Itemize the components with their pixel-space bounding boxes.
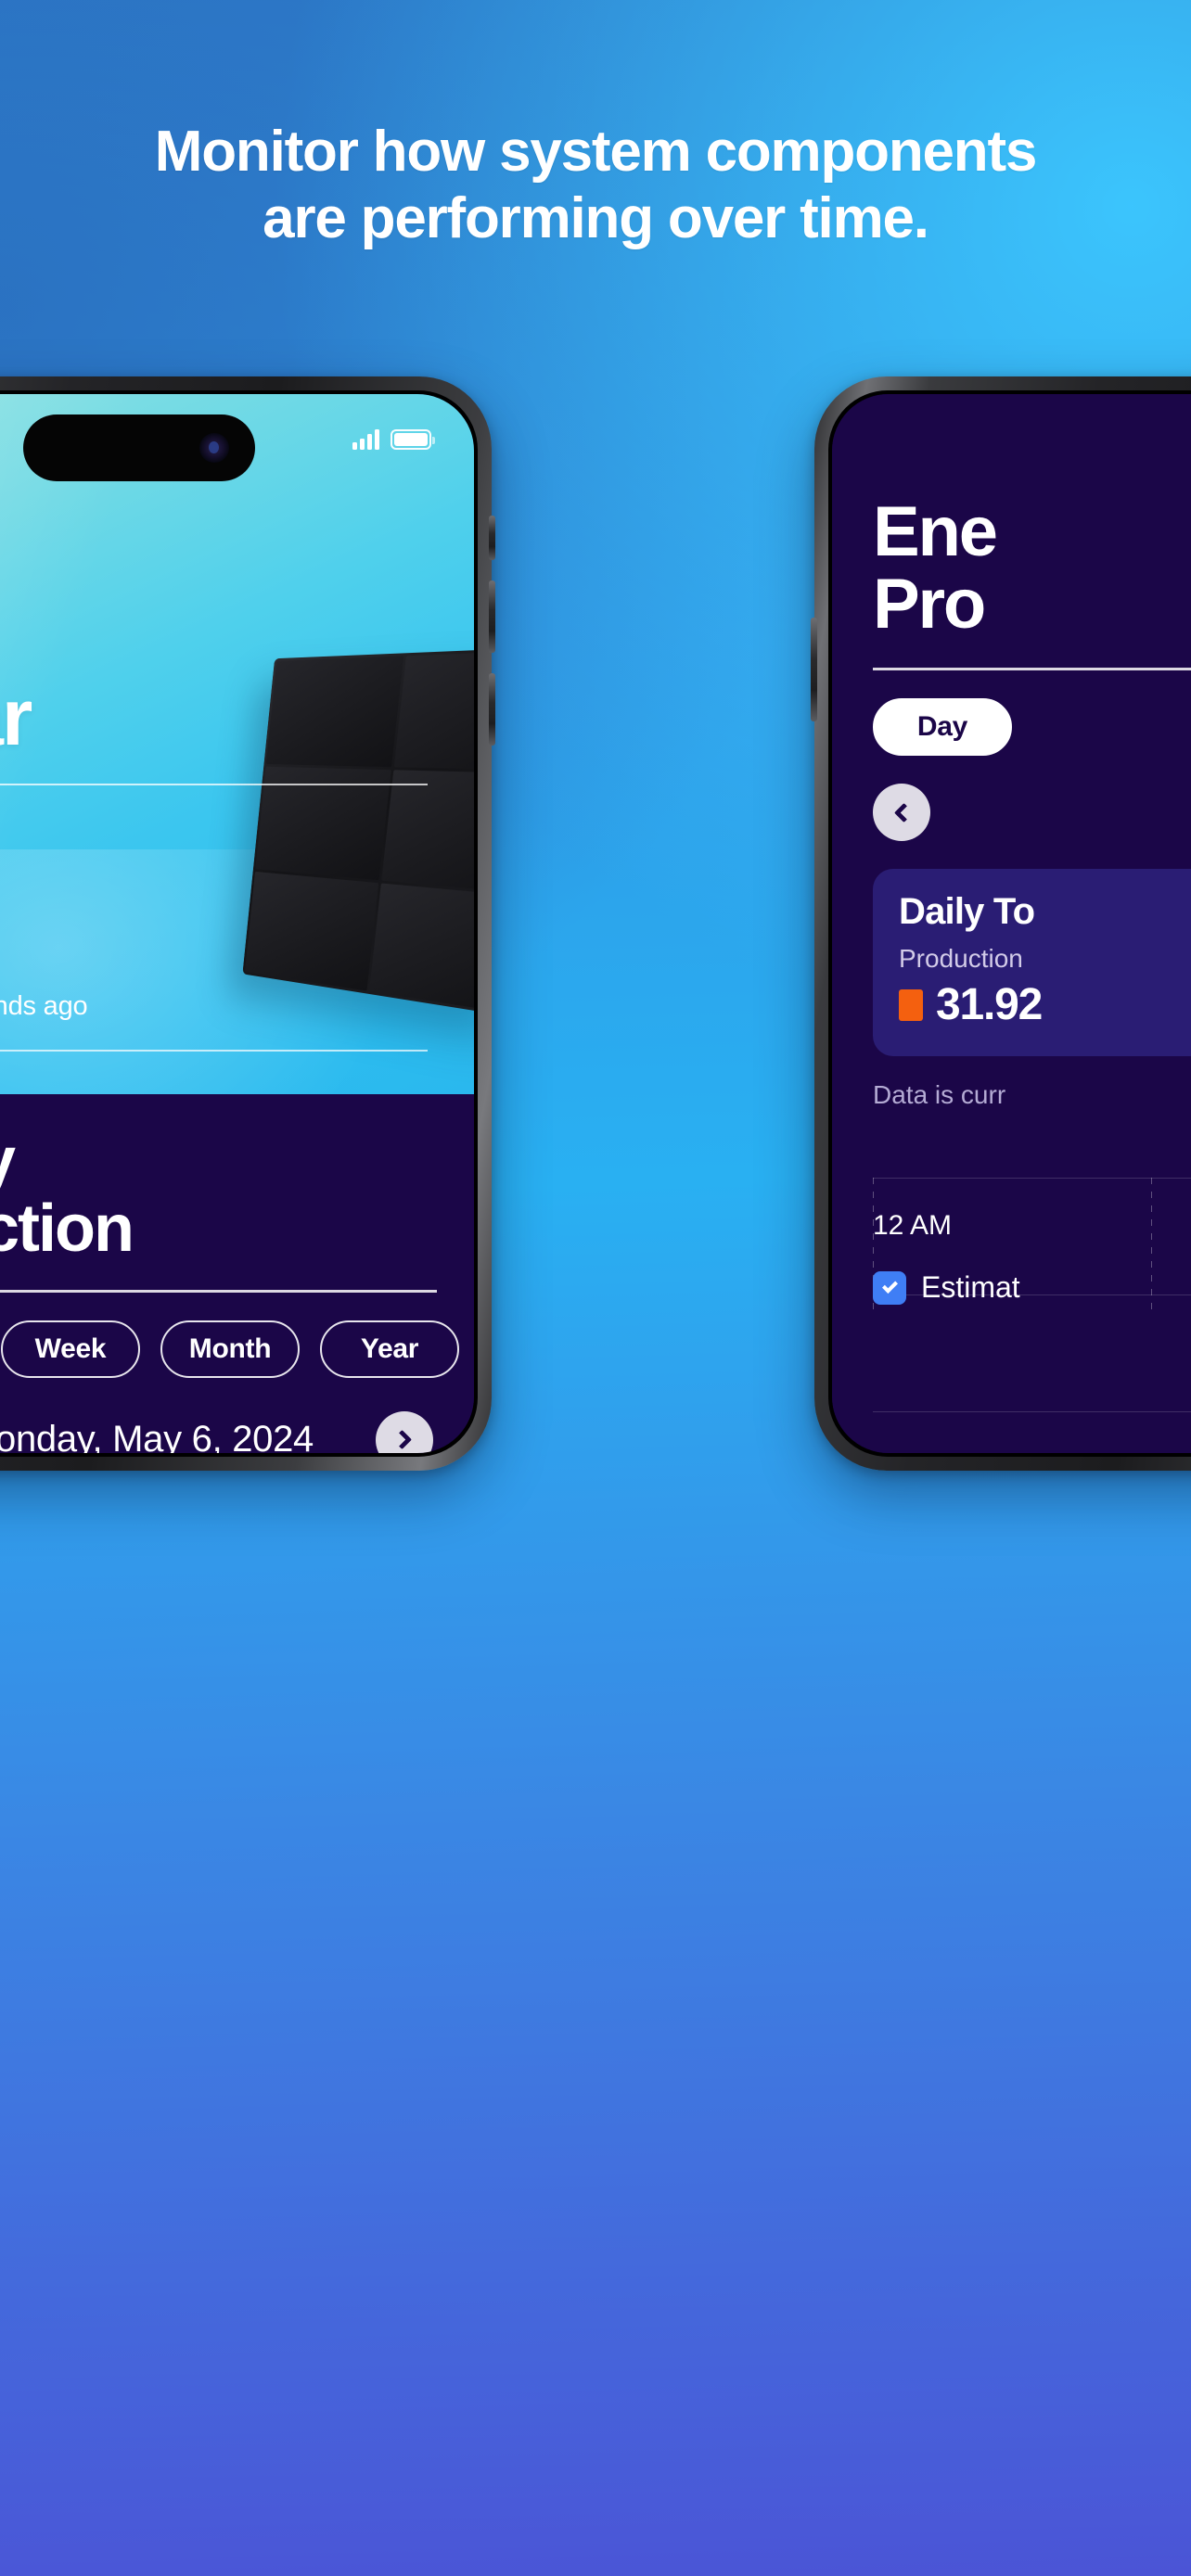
battery-icon [391,429,435,450]
volume-up-button[interactable] [489,580,495,653]
production-color-swatch [899,988,923,1021]
chevron-left-icon [893,802,915,823]
period-tab-week[interactable]: Week [1,1320,140,1378]
volume-down-button[interactable] [489,673,495,746]
screen-left: Solar Producing .4kW dated 8 seconds ago… [0,394,474,1453]
period-tab-day[interactable]: Day [873,698,1012,757]
daily-total-card-right: Daily To Production 31.92 [873,869,1191,1057]
action-button[interactable] [489,516,495,560]
phone-mockup-left: Solar Producing .4kW dated 8 seconds ago… [0,376,495,1471]
data-currency-note: Data is curr [873,1080,1006,1110]
chart-x-axis-label: 12 AM [873,1210,953,1241]
daily-total-value-row: 31.92 [899,979,1191,1030]
phone-bezel: Solar Producing .4kW dated 8 seconds ago… [0,390,478,1457]
solar-stats: Producing .4kW dated 8 seconds ago [0,874,88,1022]
page-title: Monitor how system components are perfor… [0,119,1191,252]
solar-hero-section: Solar Producing .4kW dated 8 seconds ago [0,394,474,1094]
title-line-2: Pro [873,564,986,644]
energy-production-title-right: Ene Pro [832,496,1191,640]
phone-bezel: Ene Pro Day Daily To Production 31.92 Da… [828,390,1191,1457]
energy-production-section: nergy roduction Day Week Month Year Mond… [0,1094,474,1453]
solar-output-value: .4kW [0,910,87,986]
previous-day-button[interactable] [873,784,930,842]
phone-mockup-right: Ene Pro Day Daily To Production 31.92 Da… [811,376,1191,1471]
period-selector-right: Day [832,698,1191,757]
checkbox-checked-icon[interactable] [873,1270,906,1305]
power-button[interactable] [811,618,817,721]
cellular-signal-icon [352,429,379,450]
production-chart: 12 AM Estimat [873,1178,1191,1412]
period-selector: Day Week Month Year [0,1320,459,1378]
daily-total-title: Daily To [899,891,1035,933]
dynamic-island [23,414,255,481]
energy-production-title: nergy roduction [0,1127,437,1267]
solar-title: Solar [0,673,32,762]
solar-panel-image [242,646,474,1017]
front-camera-icon [199,433,229,463]
period-tab-year[interactable]: Year [320,1320,459,1378]
period-tab-month[interactable]: Month [160,1320,300,1378]
energy-title-line-2: roduction [0,1192,134,1267]
section-divider [873,668,1191,671]
headline-line-2: are performing over time. [263,185,929,250]
energy-production-screen: Ene Pro Day Daily To Production 31.92 Da… [832,394,1191,1453]
producing-label: Producing [0,874,87,906]
last-updated-label: dated 8 seconds ago [0,991,88,1021]
hero-divider [0,784,428,785]
current-date-label: Monday, May 6, 2024 [0,1419,314,1453]
date-navigator-right [873,784,1191,842]
date-navigator: Monday, May 6, 2024 [0,1410,437,1453]
headline-line-1: Monitor how system components [154,120,1038,184]
chart-legend[interactable]: Estimat [873,1270,1020,1305]
daily-total-value: 31.92 [936,980,1043,1030]
next-day-button[interactable] [376,1410,433,1453]
screen-right: Ene Pro Day Daily To Production 31.92 Da… [832,394,1191,1453]
section-divider [0,1289,437,1293]
title-line-1: Ene [873,492,998,571]
hero-divider-bottom [0,1050,428,1052]
energy-title-line-1: nergy [0,1127,437,1195]
chevron-right-icon [391,1430,413,1450]
legend-label: Estimat [921,1270,1020,1304]
daily-total-production-label: Production [899,944,1023,974]
